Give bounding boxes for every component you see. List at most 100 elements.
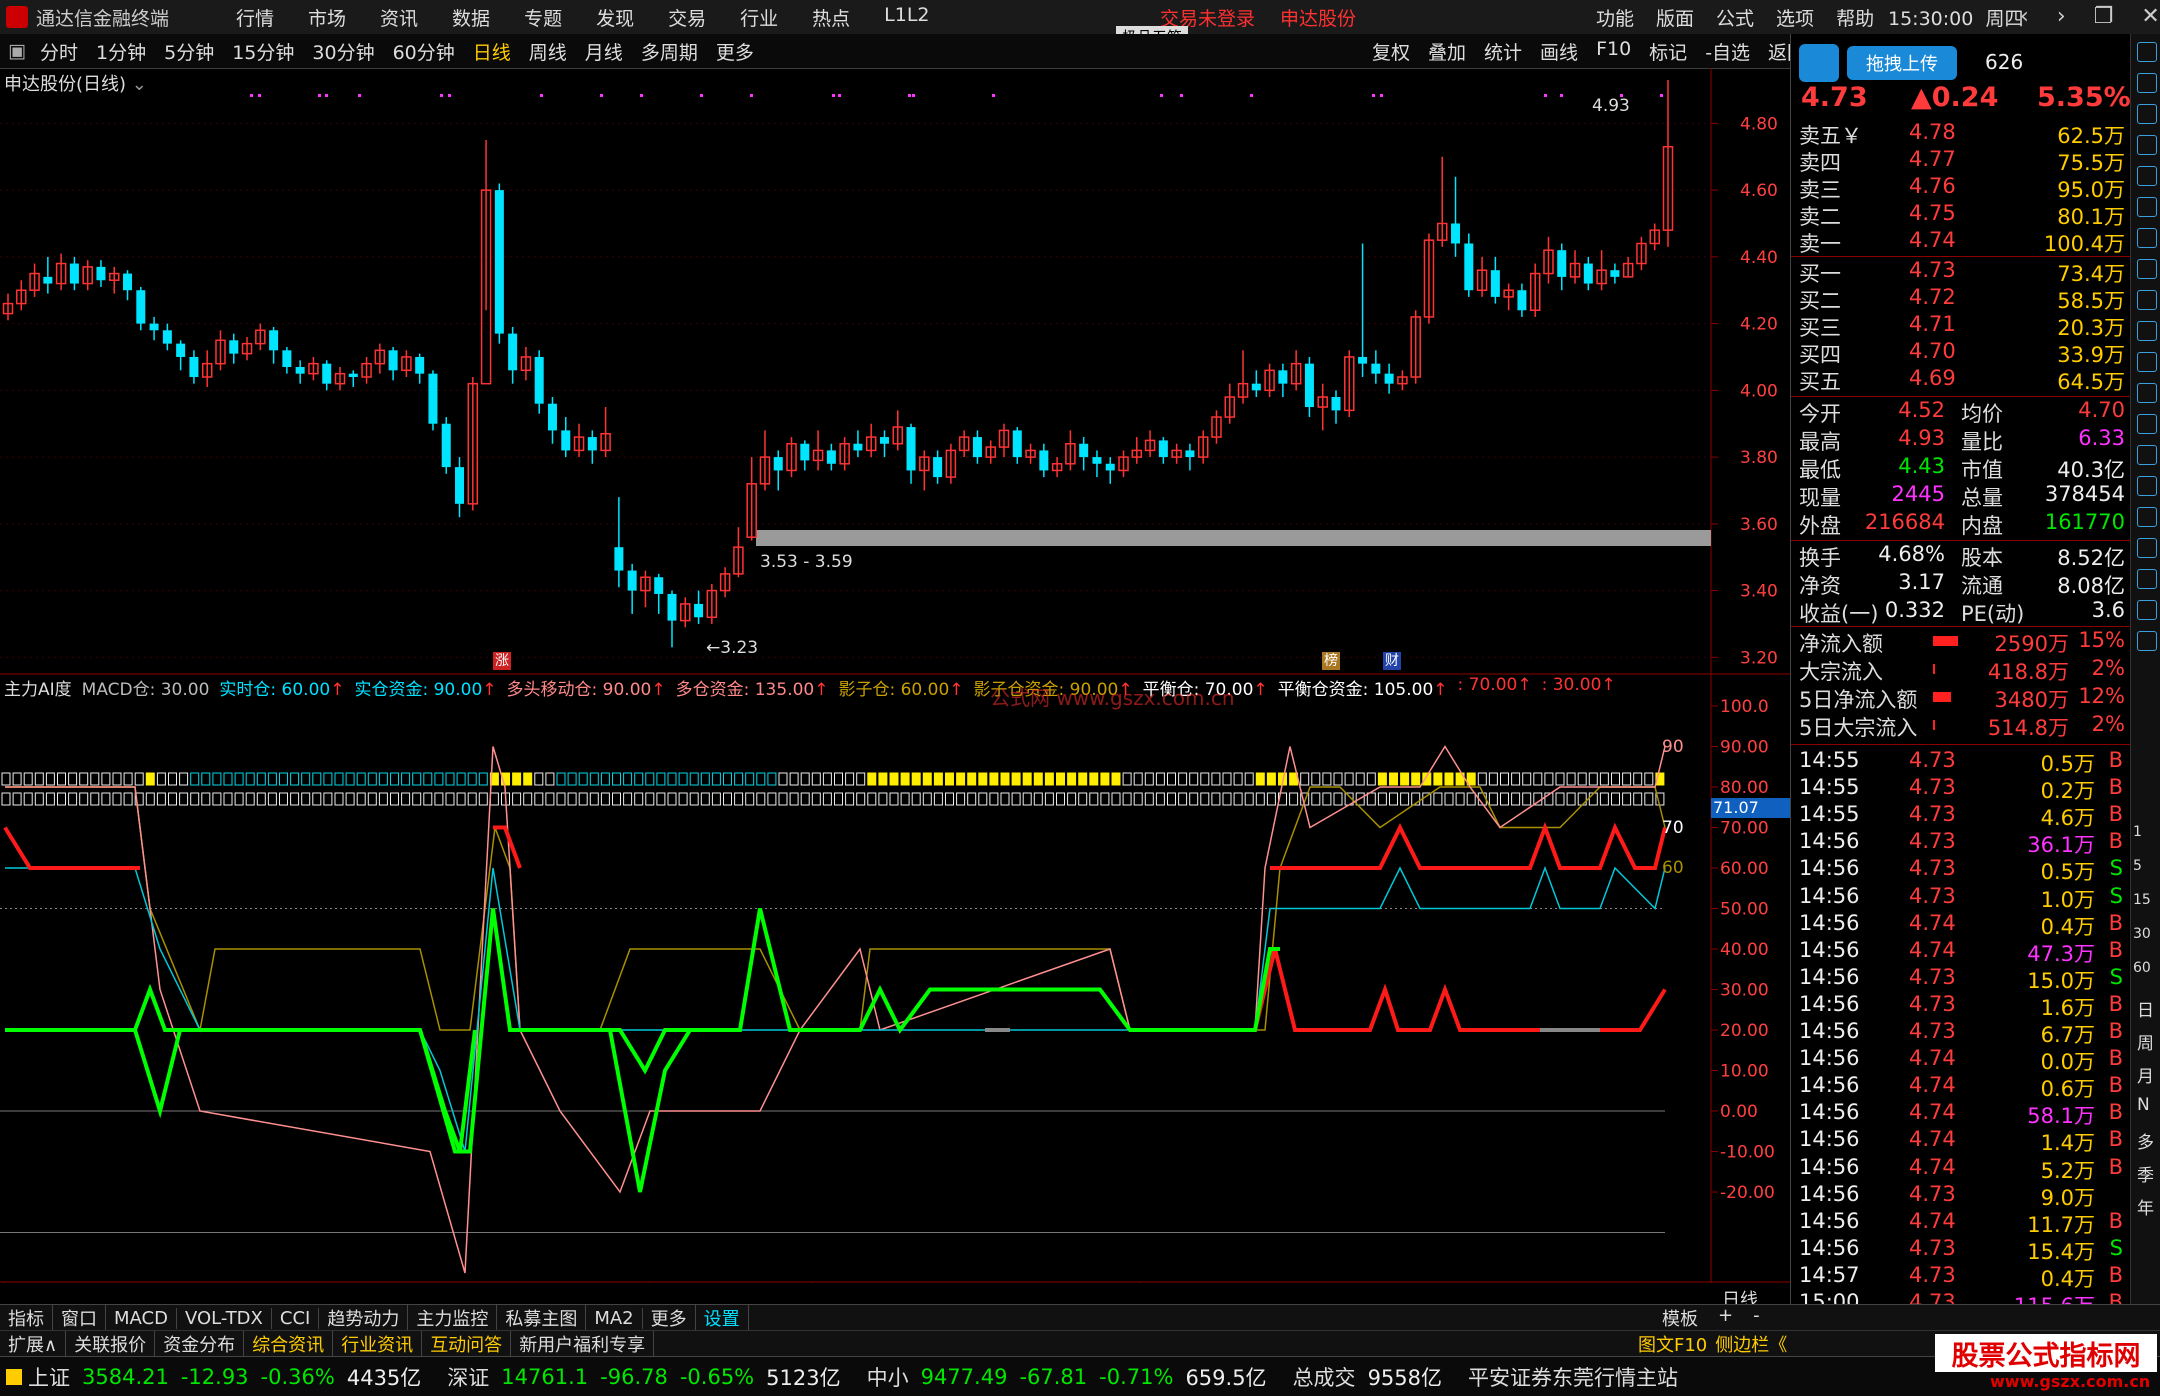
up-icon[interactable] xyxy=(2137,73,2157,93)
tool-1[interactable]: 叠加 xyxy=(1428,38,1466,65)
chart-options-icon[interactable]: ⌄ xyxy=(132,74,147,95)
side-period-0[interactable]: 日 xyxy=(2137,996,2154,1021)
period-tab-3[interactable]: 15分钟 xyxy=(232,38,294,65)
back-icon[interactable]: ‹ xyxy=(2020,4,2029,29)
table-icon[interactable] xyxy=(2137,166,2157,186)
tool-4[interactable]: F10 xyxy=(1596,38,1631,65)
right-menu-item-4[interactable]: 帮助 xyxy=(1836,4,1874,31)
chart-area[interactable]: 4.80 4.60 4.40 4.20 4.00 3.80 3.60 3.40 3.20 100… xyxy=(0,67,1791,1311)
kline-icon[interactable] xyxy=(2137,197,2157,217)
menu-item-7[interactable]: 行业 xyxy=(740,4,778,31)
indicator-tab-0[interactable]: 指标 xyxy=(0,1305,53,1331)
ask-price[interactable]: 4.78 xyxy=(1909,120,1956,144)
menu-item-6[interactable]: 交易 xyxy=(668,4,706,31)
menu-item-1[interactable]: 市场 xyxy=(308,4,346,31)
period-tab-10[interactable]: 更多 xyxy=(716,38,754,65)
side-period-1[interactable]: 周 xyxy=(2137,1029,2154,1054)
tool-5[interactable]: 标记 xyxy=(1649,38,1687,65)
period-tab-4[interactable]: 30分钟 xyxy=(312,38,374,65)
period-tab-8[interactable]: 月线 xyxy=(585,38,623,65)
indicator-tab-1[interactable]: 窗口 xyxy=(53,1305,106,1331)
indicator-tab-10[interactable]: 设置 xyxy=(696,1305,749,1331)
menu-item-3[interactable]: 数据 xyxy=(452,4,490,31)
restore-icon[interactable]: ❐ xyxy=(2094,4,2114,29)
menu-item-0[interactable]: 行情 xyxy=(236,4,274,31)
indicator-tab-6[interactable]: 主力监控 xyxy=(408,1305,498,1331)
collapse-icon[interactable] xyxy=(2137,42,2157,62)
right-menu-item-3[interactable]: 选项 xyxy=(1776,4,1814,31)
side-period-5[interactable]: 季 xyxy=(2137,1161,2154,1186)
side-minute-icon[interactable]: 60 xyxy=(2133,960,2151,976)
info-tab-5[interactable]: 互动问答 xyxy=(422,1331,512,1357)
wave-icon[interactable] xyxy=(2137,476,2157,496)
plus-icon[interactable] xyxy=(2137,631,2157,651)
ask-price[interactable]: 4.77 xyxy=(1909,147,1956,171)
bid-price[interactable]: 4.71 xyxy=(1909,312,1956,336)
indicator-tab-5[interactable]: 趋势动力 xyxy=(319,1305,409,1331)
info-tab-3[interactable]: 综合资讯 xyxy=(244,1331,334,1357)
info-right-tab-0[interactable]: 图文F10 xyxy=(1638,1331,1707,1357)
info-right-tab-1[interactable]: 侧边栏《 xyxy=(1715,1331,1787,1357)
menu-item-9[interactable]: L1L2 xyxy=(884,4,929,31)
list-icon[interactable] xyxy=(2137,259,2157,279)
indicator-tab-2[interactable]: MACD xyxy=(106,1307,177,1329)
panel-toggle-icon[interactable]: ▣ xyxy=(8,40,26,62)
status-item-5[interactable]: 深证 xyxy=(447,1362,489,1392)
menu-item-8[interactable]: 热点 xyxy=(812,4,850,31)
candle-icon[interactable] xyxy=(2137,228,2157,248)
info-tab-0[interactable]: 扩展∧ xyxy=(0,1331,67,1357)
bid-price[interactable]: 4.73 xyxy=(1909,258,1956,282)
side-period-6[interactable]: 年 xyxy=(2137,1194,2154,1219)
event-badge-1[interactable]: 榜 xyxy=(1322,652,1340,670)
period-tab-9[interactable]: 多周期 xyxy=(641,38,698,65)
f10-icon[interactable] xyxy=(2137,290,2157,310)
status-item-10[interactable]: 中小 xyxy=(867,1362,909,1392)
menu-item-2[interactable]: 资讯 xyxy=(380,4,418,31)
tool-6[interactable]: -自选 xyxy=(1705,38,1750,65)
side-minute-icon[interactable]: 5 xyxy=(2133,858,2142,874)
ask-price[interactable]: 4.75 xyxy=(1909,201,1956,225)
right-menu-item-0[interactable]: 功能 xyxy=(1596,4,1634,31)
upload-button[interactable]: 拖拽上传 xyxy=(1847,46,1957,80)
down-icon[interactable] xyxy=(2137,104,2157,124)
info-tab-1[interactable]: 关联报价 xyxy=(66,1331,156,1357)
info-tab-2[interactable]: 资金分布 xyxy=(155,1331,245,1357)
ask-price[interactable]: 4.76 xyxy=(1909,174,1956,198)
chart-icon[interactable] xyxy=(2137,135,2157,155)
template-tab-2[interactable]: - xyxy=(1753,1305,1760,1331)
side-minute-icon[interactable]: 15 xyxy=(2133,892,2151,908)
cloud-icon[interactable] xyxy=(1799,44,1839,82)
period-tab-2[interactable]: 5分钟 xyxy=(164,38,214,65)
side-period-3[interactable]: N xyxy=(2137,1095,2150,1115)
info-tab-4[interactable]: 行业资讯 xyxy=(333,1331,423,1357)
gear-icon[interactable] xyxy=(2137,414,2157,434)
event-badge-2[interactable]: 财 xyxy=(1383,652,1401,670)
bid-price[interactable]: 4.70 xyxy=(1909,339,1956,363)
menu-item-4[interactable]: 专题 xyxy=(524,4,562,31)
tool-3[interactable]: 画线 xyxy=(1540,38,1578,65)
doc-icon[interactable] xyxy=(2137,352,2157,372)
side-minute-icon[interactable]: 1 xyxy=(2133,824,2142,840)
tool-2[interactable]: 统计 xyxy=(1484,38,1522,65)
side-period-2[interactable]: 月 xyxy=(2137,1062,2154,1087)
period-tab-1[interactable]: 1分钟 xyxy=(96,38,146,65)
close-icon[interactable]: ✕ xyxy=(2141,4,2159,29)
indicator-tab-9[interactable]: 更多 xyxy=(643,1305,696,1331)
period-tab-6[interactable]: 日线 xyxy=(473,38,511,65)
pen-icon[interactable] xyxy=(2137,569,2157,589)
ring-icon[interactable] xyxy=(2137,321,2157,341)
forward-icon[interactable]: › xyxy=(2057,4,2066,29)
move-icon[interactable] xyxy=(2137,538,2157,558)
period-tab-7[interactable]: 周线 xyxy=(529,38,567,65)
right-menu-item-2[interactable]: 公式 xyxy=(1716,4,1754,31)
menu-item-5[interactable]: 发现 xyxy=(596,4,634,31)
period-tab-0[interactable]: 分时 xyxy=(40,38,78,65)
event-badge-0[interactable]: 涨 xyxy=(493,652,511,670)
template-tab-0[interactable]: 模板 xyxy=(1662,1305,1698,1331)
indicator-tab-3[interactable]: VOL-TDX xyxy=(177,1307,272,1329)
side-minute-icon[interactable]: 30 xyxy=(2133,926,2151,942)
indicator-tab-7[interactable]: 私募主图 xyxy=(497,1305,587,1331)
coin-icon[interactable] xyxy=(2137,445,2157,465)
bid-price[interactable]: 4.72 xyxy=(1909,285,1956,309)
excel-icon[interactable] xyxy=(2137,600,2157,620)
